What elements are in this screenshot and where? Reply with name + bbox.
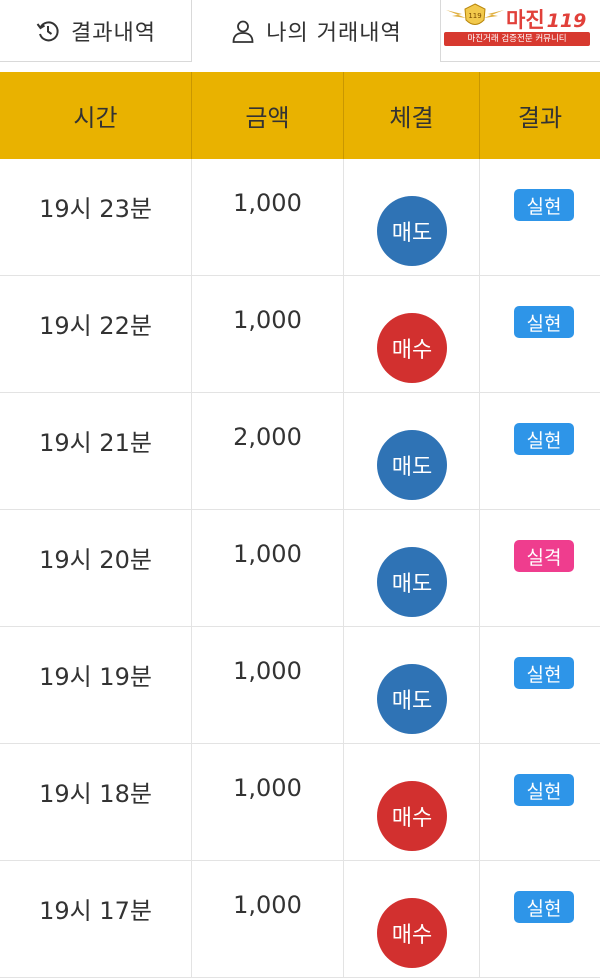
trade-badge[interactable]: 매도 [377,196,447,266]
row-amount: 1,000 [233,540,302,568]
row-time: 19시 17분 [39,897,152,925]
svg-text:119: 119 [468,12,481,20]
trade-badge[interactable]: 매수 [377,313,447,383]
table-header: 시간 금액 체결 결과 [0,72,600,159]
result-badge: 실현 [514,189,574,221]
table-row: 19시 20분 1,000 매도 실격 [0,510,600,627]
result-badge: 실현 [514,891,574,923]
tab-bar: 결과내역 나의 거래내역 119 마진 119 마진거래 검증전문 커뮤니티 [0,0,600,68]
row-time: 19시 21분 [39,429,152,457]
trade-badge[interactable]: 매도 [377,664,447,734]
row-time: 19시 18분 [39,780,152,808]
trade-badge[interactable]: 매수 [377,898,447,968]
emblem-icon: 119 [444,2,506,34]
trade-badge[interactable]: 매도 [377,430,447,500]
table-row: 19시 18분 1,000 매수 실현 [0,744,600,861]
tab-my-trades-label: 나의 거래내역 [266,21,402,46]
site-logo[interactable]: 119 마진 119 마진거래 검증전문 커뮤니티 [444,3,592,46]
header-amount: 금액 [192,72,344,159]
row-amount: 1,000 [233,657,302,685]
header-time: 시간 [0,72,192,159]
row-amount: 1,000 [233,306,302,334]
history-icon [35,18,61,44]
row-amount: 1,000 [233,891,302,919]
table-row: 19시 21분 2,000 매도 실현 [0,393,600,510]
table-row: 19시 22분 1,000 매수 실현 [0,276,600,393]
logo-tagline: 마진거래 검증전문 커뮤니티 [444,32,590,46]
row-time: 19시 19분 [39,663,152,691]
tab-result-history[interactable]: 결과내역 [0,0,192,62]
trade-badge[interactable]: 매도 [377,547,447,617]
tab-result-history-label: 결과내역 [71,20,156,46]
trade-table: 19시 23분 1,000 매도 실현 19시 22분 1,000 매수 실현 … [0,159,600,978]
table-row: 19시 19분 1,000 매도 실현 [0,627,600,744]
row-amount: 1,000 [233,774,302,802]
tab-my-trades[interactable]: 나의 거래내역 [192,0,440,62]
row-time: 19시 20분 [39,546,152,574]
table-row: 19시 17분 1,000 매수 실현 [0,861,600,978]
row-amount: 2,000 [233,423,302,451]
header-result: 결과 [517,104,563,132]
result-badge: 실격 [514,540,574,572]
logo-title: 마진 119 [506,8,587,32]
header-trade: 체결 [344,72,480,159]
result-badge: 실현 [514,657,574,689]
table-row: 19시 23분 1,000 매도 실현 [0,159,600,276]
result-badge: 실현 [514,306,574,338]
row-time: 19시 23분 [39,195,152,223]
user-icon [230,18,256,44]
result-badge: 실현 [514,423,574,455]
trade-badge[interactable]: 매수 [377,781,447,851]
row-amount: 1,000 [233,189,302,217]
row-time: 19시 22분 [39,312,152,340]
result-badge: 실현 [514,774,574,806]
